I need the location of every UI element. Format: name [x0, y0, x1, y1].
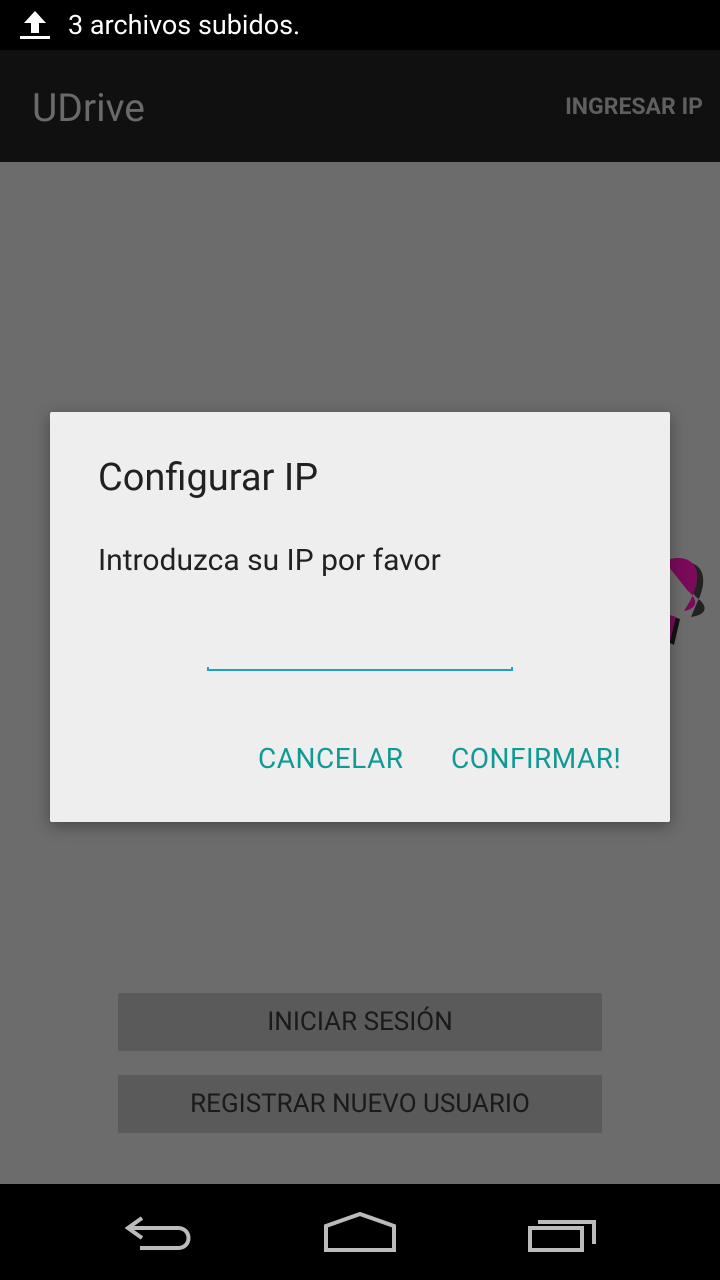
status-notification-text: 3 archivos subidos. — [68, 9, 301, 41]
home-icon[interactable] — [320, 1204, 400, 1260]
action-bar: UDrive INGRESAR IP — [0, 50, 720, 162]
back-icon[interactable] — [120, 1204, 200, 1260]
enter-ip-button[interactable]: INGRESAR IP — [565, 93, 703, 120]
configure-ip-dialog: Configurar IP Introduzca su IP por favor… — [50, 412, 670, 822]
ip-input[interactable] — [207, 640, 513, 670]
dialog-message: Introduzca su IP por favor — [98, 543, 441, 578]
recent-apps-icon[interactable] — [522, 1204, 602, 1260]
ip-input-underline — [207, 667, 513, 671]
navigation-bar — [0, 1184, 720, 1280]
app-title: UDrive — [32, 85, 145, 131]
login-button[interactable]: INICIAR SESIÓN — [118, 993, 602, 1051]
register-button[interactable]: REGISTRAR NUEVO USUARIO — [118, 1075, 602, 1133]
upload-icon — [20, 11, 50, 39]
status-bar: 3 archivos subidos. — [0, 0, 720, 50]
dialog-title: Configurar IP — [98, 456, 319, 500]
confirm-button[interactable]: CONFIRMAR! — [451, 742, 621, 775]
cancel-button[interactable]: CANCELAR — [258, 742, 403, 775]
